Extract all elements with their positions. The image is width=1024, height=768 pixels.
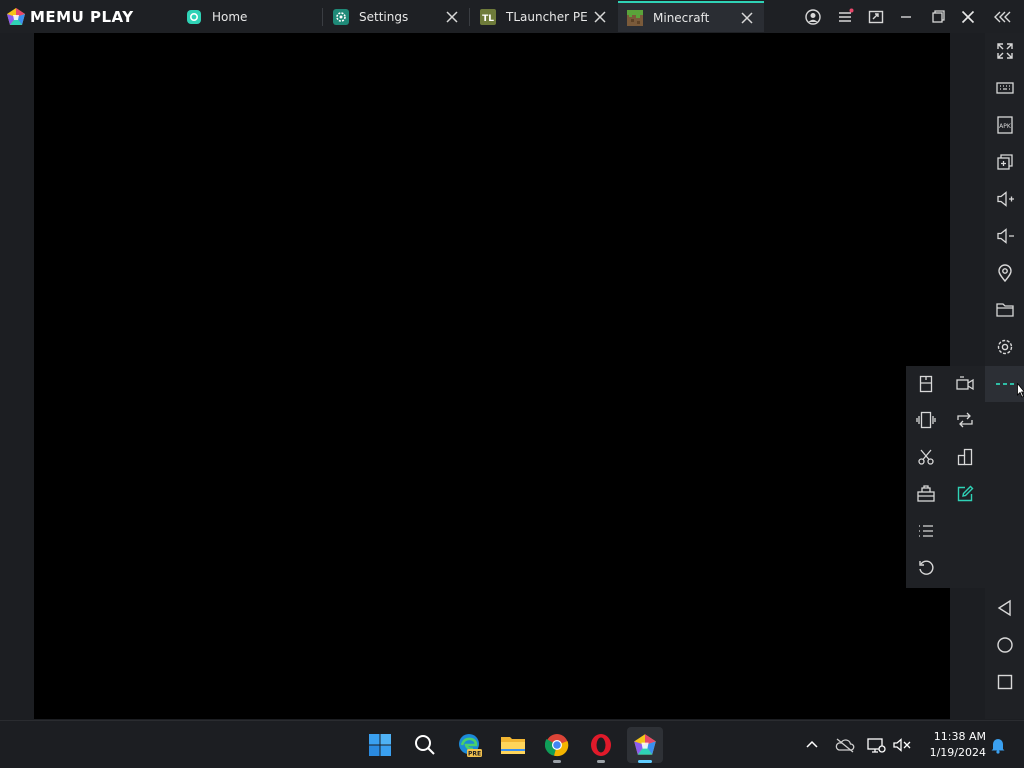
taskbar-clock[interactable]: 11:38 AM 1/19/2024 [920,729,986,761]
mouse-cursor-icon [1017,383,1024,398]
tab-minecraft[interactable]: Minecraft [618,1,764,32]
svg-text:PRE: PRE [468,751,481,758]
memu-gem-icon [7,7,25,25]
tab-label: TLauncher PE [506,10,588,24]
apk-install-icon[interactable]: APK [985,107,1024,143]
keyboard-mapping-icon[interactable] [985,70,1024,106]
tab-settings[interactable]: Settings [333,2,469,32]
collapse-sidebar-icon[interactable] [990,4,1016,30]
close-tab-icon[interactable] [738,9,756,27]
opera-icon[interactable] [583,727,619,763]
chevron-up-icon[interactable] [800,733,824,757]
windows-start-icon[interactable] [362,727,398,763]
file-explorer-icon[interactable] [495,727,531,763]
settings-icon[interactable] [985,329,1024,365]
shared-folder-icon[interactable] [985,292,1024,328]
clock-time: 11:38 AM [933,730,986,743]
add-instance-icon[interactable] [985,144,1024,180]
android-screen[interactable] [34,33,950,719]
location-icon[interactable] [985,255,1024,291]
record-icon[interactable] [947,366,983,402]
close-tab-icon[interactable] [443,8,461,26]
memu-logo: MEMU PLAY [6,6,134,27]
home-icon[interactable] [985,627,1024,663]
minecraft-grass-icon [627,9,643,26]
chrome-icon[interactable] [539,727,575,763]
rotate-icon[interactable] [947,402,983,438]
clock-date: 1/19/2024 [929,746,986,759]
tab-label: Minecraft [653,10,710,25]
close-tab-icon[interactable] [591,8,609,26]
tab-label: Home [212,10,248,24]
tab-tlauncher[interactable]: TL TLauncher PE [480,2,617,32]
volume-up-icon[interactable] [985,181,1024,217]
left-border [0,33,34,719]
gear-icon [333,9,349,25]
running-indicator [553,760,561,763]
onedrive-icon[interactable] [833,733,857,757]
brand-text: MEMU PLAY [30,7,134,26]
minimize-icon[interactable] [893,4,919,30]
memu-home-icon [187,10,201,24]
title-bar: MEMU PLAY Home Settings TL TLauncher PE [0,0,1024,33]
back-icon[interactable] [985,590,1024,626]
reboot-icon[interactable] [908,550,944,586]
screenshot-icon[interactable] [908,366,944,402]
multi-instance-icon[interactable] [863,4,889,30]
toolbox-icon[interactable] [908,476,944,512]
operation-record-icon[interactable] [908,513,944,549]
search-icon[interactable] [407,727,443,763]
edge-preview-icon[interactable]: PRE [451,727,487,763]
network-icon[interactable] [864,733,888,757]
shake-icon[interactable] [908,402,944,438]
account-icon[interactable] [800,4,826,30]
volume-down-icon[interactable] [985,218,1024,254]
recent-apps-icon[interactable] [985,664,1024,700]
maximize-icon[interactable] [924,4,950,30]
menu-icon[interactable] [832,4,858,30]
bell-icon[interactable] [986,733,1010,757]
edit-icon[interactable] [947,476,983,512]
windows-taskbar: PRE 11:38 AM 1/19/2024 [0,720,1024,768]
tab-divider [322,8,323,26]
tab-label: Settings [359,10,409,24]
running-indicator [597,760,605,763]
tlauncher-icon: TL [480,9,496,25]
cut-icon[interactable] [908,439,944,475]
tab-home[interactable]: Home [186,2,322,32]
memu-icon[interactable] [627,727,663,763]
multi-window-icon[interactable] [947,439,983,475]
close-icon[interactable] [955,4,981,30]
fullscreen-icon[interactable] [985,33,1024,69]
svg-text:APK: APK [999,123,1012,130]
tab-divider [469,8,470,26]
volume-muted-icon[interactable] [890,733,914,757]
active-indicator [638,760,652,763]
more-tools-menu [906,366,985,588]
svg-text:TL: TL [482,14,494,24]
right-toolbar: APK [985,33,1024,719]
